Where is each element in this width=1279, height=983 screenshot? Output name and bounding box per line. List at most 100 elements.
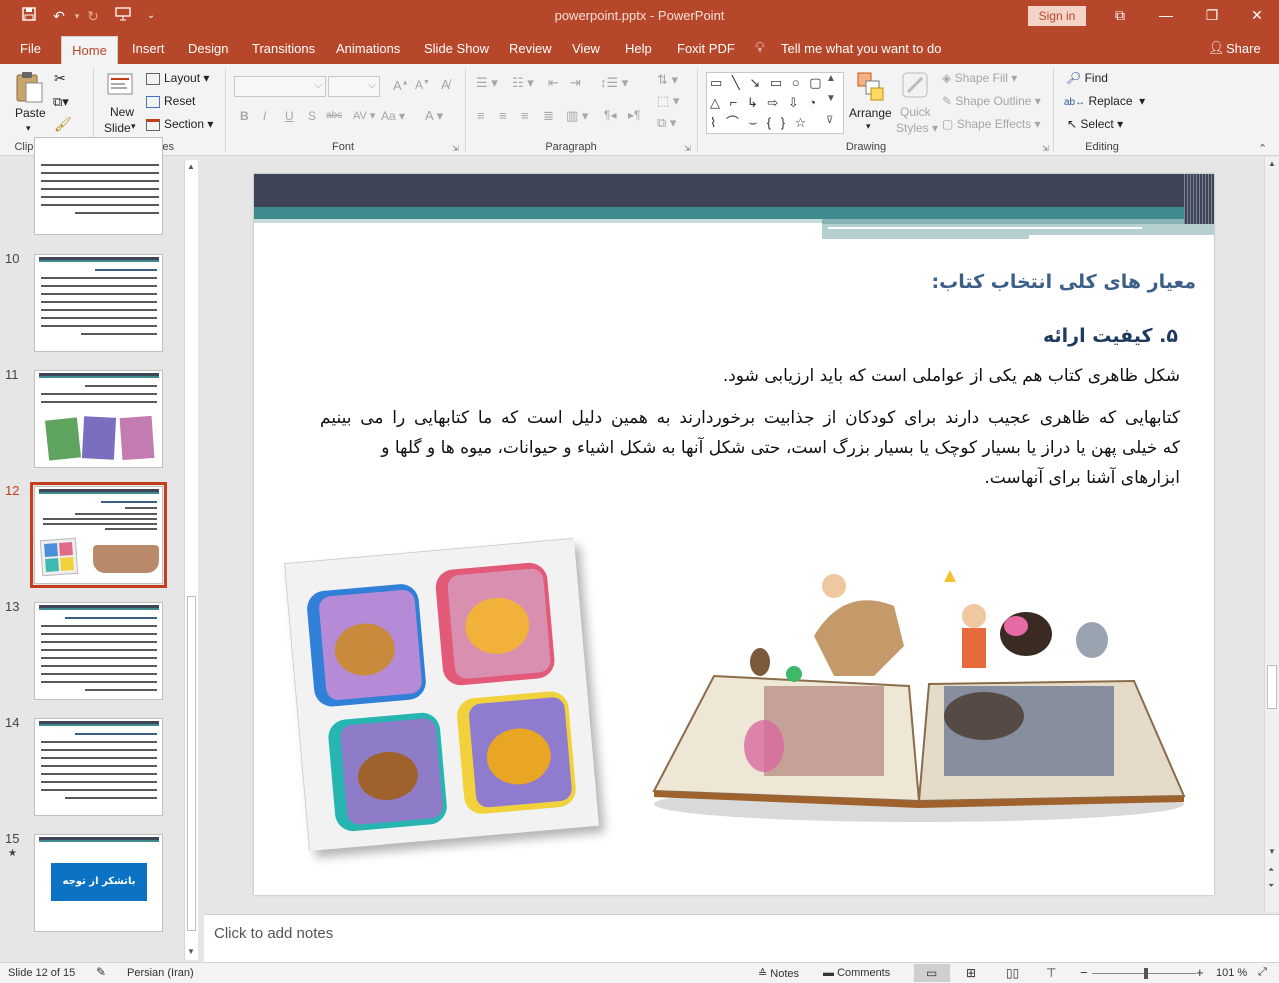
popup-storybook-illustration[interactable] [644, 566, 1194, 828]
tab-view[interactable]: View [572, 41, 600, 56]
shadow-button[interactable]: S [308, 109, 316, 123]
board-books-photo[interactable] [284, 537, 600, 851]
scroll-up-icon[interactable]: ▲ [1268, 159, 1276, 168]
font-name-combo[interactable]: ⌵ [234, 76, 326, 97]
format-painter-icon[interactable]: 🖌︎ [54, 116, 72, 133]
justify-icon[interactable]: ≣ [543, 108, 554, 124]
arrange-button[interactable]: Arrange [849, 106, 892, 120]
drawing-launcher-icon[interactable]: ⇲ [1042, 144, 1049, 153]
shapes-scroll-up-icon[interactable]: ▲ [826, 73, 836, 84]
paste-dropdown-icon[interactable]: ▾ [26, 123, 31, 134]
paste-icon[interactable] [14, 70, 44, 107]
notes-placeholder[interactable]: Click to add notes [214, 925, 333, 942]
scroll-thumb[interactable] [187, 596, 196, 931]
notes-toggle[interactable]: ≙ Notes [758, 967, 799, 980]
language-indicator[interactable]: Persian (Iran) [127, 967, 194, 979]
quick-styles-label[interactable]: Quick [900, 105, 931, 119]
bullets-icon[interactable]: ☰ ▾ [476, 75, 498, 91]
share-person-icon[interactable]: 👤︎ [1208, 40, 1225, 56]
shapes-row-2[interactable]: △ ⌐ ↳ ⇨ ⇩ ◔ [707, 93, 843, 113]
reading-view-icon[interactable]: ▯▯ [1006, 966, 1019, 980]
copy-icon[interactable]: ⧉▾ [53, 94, 69, 110]
shape-effects-button[interactable]: ▢ Shape Effects ▾ [942, 117, 1041, 131]
slide-thumbnail-13[interactable] [34, 602, 163, 700]
bold-button[interactable]: B [240, 109, 249, 123]
font-color-button[interactable]: A ▾ [425, 108, 443, 124]
paste-button[interactable]: Paste [15, 106, 46, 120]
tab-review[interactable]: Review [509, 41, 552, 56]
arrange-icon[interactable] [857, 72, 885, 105]
reset-button[interactable]: Reset [146, 94, 195, 108]
font-launcher-icon[interactable]: ⇲ [452, 144, 459, 153]
increase-indent-icon[interactable]: ⇥ [570, 75, 581, 91]
slide-thumbnail-11[interactable] [34, 370, 163, 468]
ribbon-display-options-icon[interactable]: ⧉ [1097, 0, 1143, 33]
paragraph-launcher-icon[interactable]: ⇲ [684, 144, 691, 153]
smartart-icon[interactable]: ⧉ ▾ [657, 115, 676, 131]
scroll-thumb[interactable] [1267, 665, 1277, 709]
shape-outline-button[interactable]: ✎ Shape Outline ▾ [942, 94, 1041, 108]
slide-thumbnail-14[interactable] [34, 718, 163, 816]
tab-home[interactable]: Home [61, 36, 118, 64]
minimize-icon[interactable]: — [1143, 0, 1189, 33]
slide-subheading[interactable]: ۵. کیفیت ارائه [1043, 325, 1178, 347]
align-center-icon[interactable]: ≡ [499, 108, 507, 123]
line-spacing-icon[interactable]: ↕☰ ▾ [600, 75, 628, 91]
present-icon[interactable] [114, 7, 132, 25]
quick-styles-label-2[interactable]: Styles ▾ [896, 121, 938, 135]
redo-icon[interactable]: ↻ [84, 7, 102, 25]
clear-formatting-icon[interactable]: A̸ [441, 77, 450, 92]
scroll-down-icon[interactable]: ▼ [1268, 847, 1276, 856]
tab-slide-show[interactable]: Slide Show [424, 41, 489, 56]
customize-qat-icon[interactable]: ⌄ [142, 7, 160, 25]
slide-thumbnail-15[interactable]: باتشکر از توجه شما [34, 834, 163, 932]
find-button[interactable]: 🔎︎ Find [1066, 71, 1108, 85]
comments-toggle[interactable]: ▬ Comments [823, 967, 890, 979]
share-button[interactable]: Share [1226, 41, 1261, 56]
notes-pane[interactable]: Click to add notes [204, 914, 1279, 962]
next-slide-icon[interactable]: ⏷ [1268, 881, 1274, 891]
shapes-more-icon[interactable]: ⊽ [826, 115, 833, 126]
quick-styles-icon[interactable] [902, 72, 930, 105]
new-slide-label[interactable]: New [110, 105, 134, 119]
slide-body-paragraph-line[interactable]: که خیلی پهن یا دراز یا بسیار کوچک یا بسی… [320, 438, 1180, 458]
tab-foxit-pdf[interactable]: Foxit PDF [677, 41, 735, 56]
layout-button[interactable]: Layout ▾ [146, 71, 209, 85]
slide-thumbnail-12-selected[interactable] [30, 482, 167, 588]
zoom-slider-thumb[interactable] [1144, 968, 1148, 979]
shapes-row-3[interactable]: ⌇ ⌒ ⌣ { } ☆ [707, 113, 843, 133]
align-text-icon[interactable]: ⬚ ▾ [657, 93, 679, 109]
sign-in-button[interactable]: Sign in [1028, 6, 1086, 26]
columns-icon[interactable]: ▥ ▾ [566, 108, 588, 124]
font-size-combo[interactable]: ⌵ [328, 76, 380, 97]
new-slide-icon[interactable] [106, 70, 136, 103]
restore-icon[interactable]: ❐ [1189, 0, 1235, 33]
text-direction-icon[interactable]: ⇅ ▾ [657, 72, 678, 88]
slide-canvas[interactable]: معیار های کلی انتخاب کتاب: ۵. کیفیت ارائ… [254, 174, 1214, 895]
slide-thumbnail-10[interactable] [34, 254, 163, 352]
scroll-up-icon[interactable]: ▲ [187, 162, 195, 171]
tab-insert[interactable]: Insert [132, 41, 165, 56]
shapes-row-1[interactable]: ▭ ╲ ↘ ▭ ○ ▢ [707, 73, 843, 93]
zoom-level[interactable]: 101 % [1216, 967, 1247, 979]
tab-help[interactable]: Help [625, 41, 652, 56]
slide-sorter-icon[interactable]: ⊞ [966, 966, 976, 980]
tab-design[interactable]: Design [188, 41, 228, 56]
section-button[interactable]: Section ▾ [146, 117, 213, 131]
underline-button[interactable]: U [285, 109, 294, 123]
decrease-font-icon[interactable]: A▼ [415, 78, 430, 92]
strikethrough-button[interactable]: abc [326, 110, 342, 121]
align-right-icon[interactable]: ≡ [521, 108, 529, 123]
ltr-icon[interactable]: ▸¶ [628, 108, 640, 122]
editor-scrollbar[interactable]: ▲ ▼ ⏶ ⏷ [1264, 157, 1279, 912]
zoom-out-icon[interactable]: − [1080, 965, 1088, 980]
tab-file[interactable]: File [20, 41, 41, 56]
arrange-dropdown-icon[interactable]: ▾ [866, 121, 871, 132]
thumbnails-scrollbar[interactable]: ▲ ▼ [184, 160, 198, 960]
slide-heading[interactable]: معیار های کلی انتخاب کتاب: [932, 271, 1196, 293]
slide-body-line[interactable]: شکل ظاهری کتاب هم یکی از عواملی است که ب… [723, 366, 1180, 386]
shape-fill-button[interactable]: ◈ Shape Fill ▾ [942, 71, 1017, 85]
zoom-in-icon[interactable]: + [1196, 965, 1204, 980]
zoom-slider[interactable] [1092, 968, 1196, 979]
select-button[interactable]: ↖ Select ▾ [1067, 117, 1123, 131]
